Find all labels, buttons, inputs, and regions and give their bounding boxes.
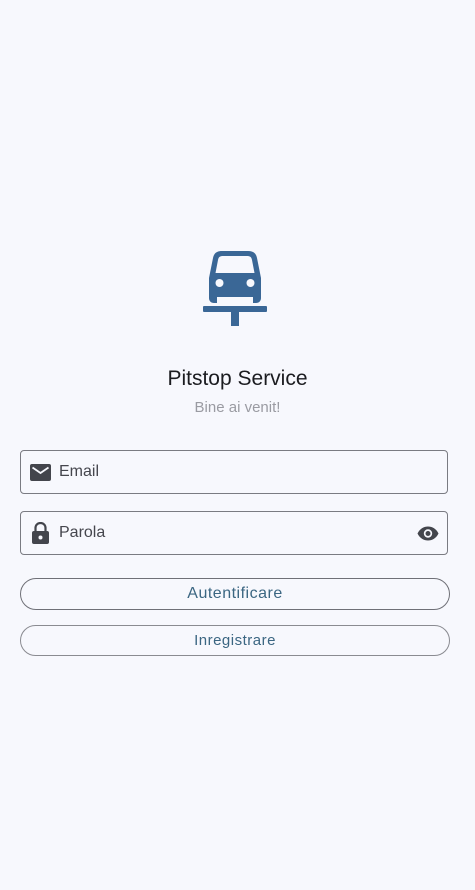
car-lift-icon (199, 248, 271, 330)
email-placeholder: Email (59, 463, 100, 480)
register-button[interactable]: Inregistrare (20, 625, 450, 656)
eye-icon[interactable] (416, 521, 440, 545)
mail-icon (29, 461, 51, 483)
email-field[interactable]: Email (20, 450, 448, 494)
app-title: Pitstop Service (167, 367, 308, 390)
welcome-subtitle: Bine ai venit! (194, 399, 281, 416)
password-placeholder: Parola (59, 524, 106, 541)
lock-icon (29, 522, 51, 544)
login-button[interactable]: Autentificare (20, 578, 450, 610)
password-field[interactable]: Parola (20, 511, 448, 555)
